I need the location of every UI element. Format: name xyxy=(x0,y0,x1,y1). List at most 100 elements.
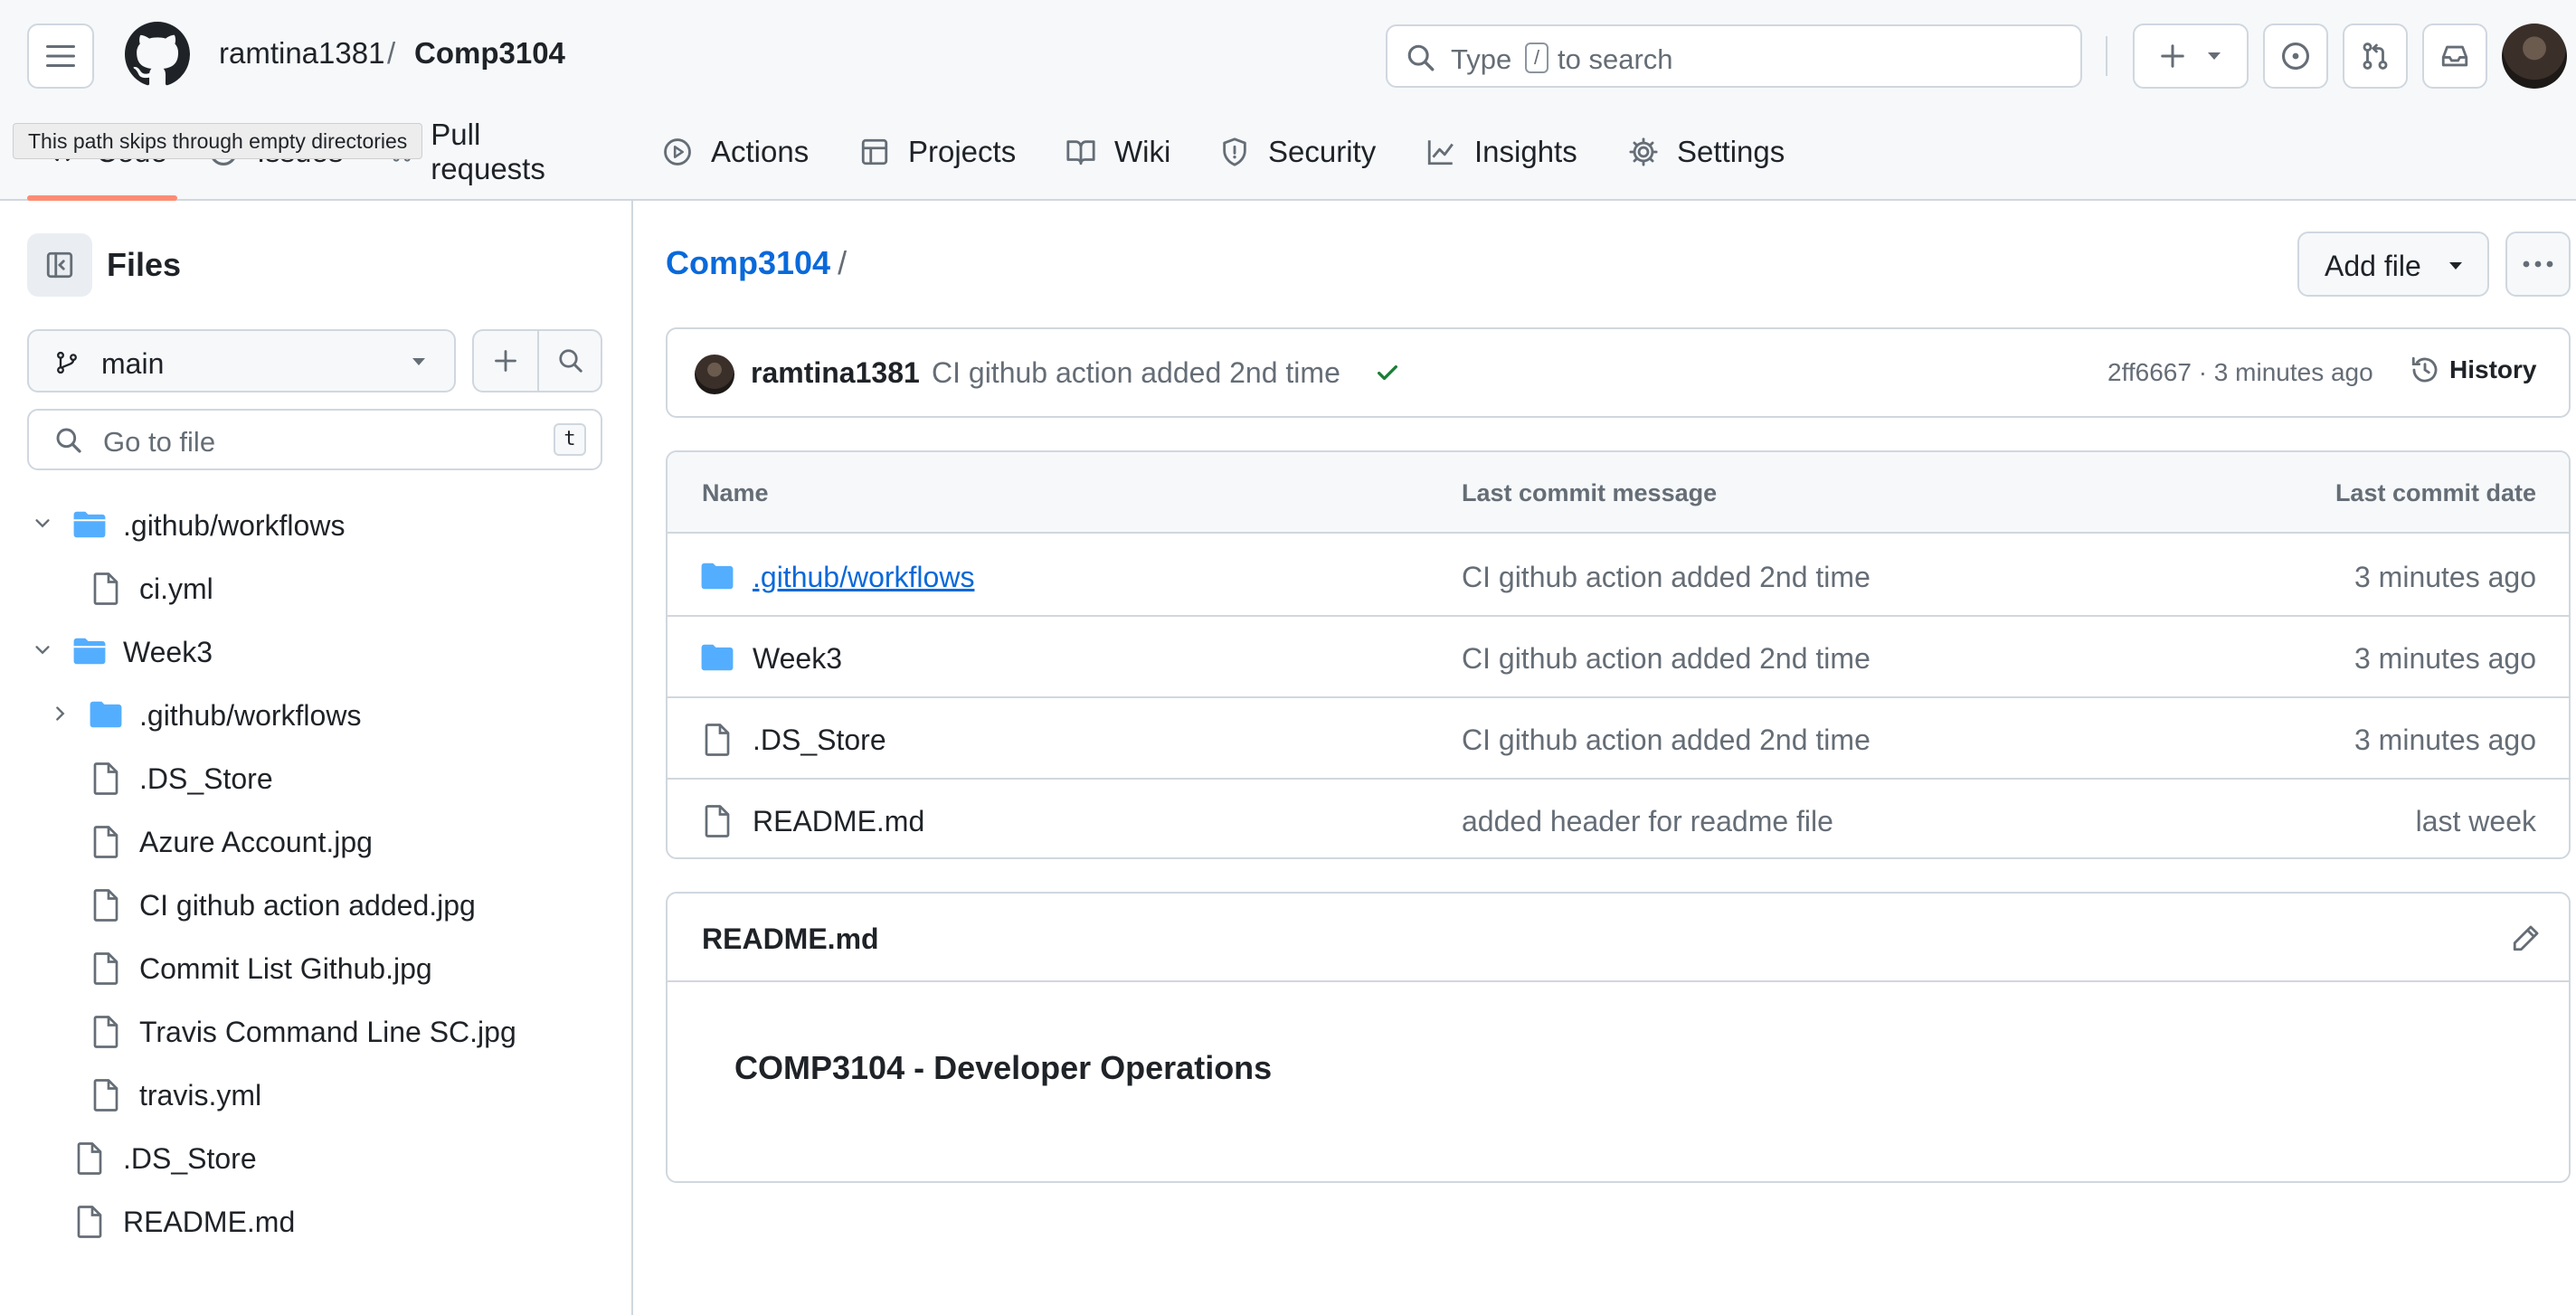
search-shortcut-key: / xyxy=(1525,43,1548,73)
tab-actions-label: Actions xyxy=(711,135,810,168)
commit-author[interactable]: ramtina1381 xyxy=(751,356,920,390)
tree-item-file[interactable]: .DS_Store xyxy=(0,1126,631,1189)
file-icon xyxy=(705,805,730,837)
table-row[interactable]: Week3 CI github action added 2nd time 3 … xyxy=(668,617,2569,698)
file-commit-date: 3 minutes ago xyxy=(2353,642,2536,675)
file-commit-message[interactable]: CI github action added 2nd time xyxy=(1462,724,1870,757)
tree-item-label: Travis Command Line SC.jpg xyxy=(139,1016,516,1048)
search-suffix-text: to search xyxy=(1558,43,1673,75)
inbox-icon xyxy=(2441,45,2468,67)
tree-item-label: travis.yml xyxy=(139,1079,262,1112)
search-input[interactable]: Type / to search xyxy=(1386,24,2082,88)
commit-author-avatar[interactable] xyxy=(695,355,734,394)
add-file-sidebar-button[interactable] xyxy=(474,331,537,391)
file-commit-date: 3 minutes ago xyxy=(2353,561,2536,593)
folder-open-icon xyxy=(73,638,106,665)
tree-item-folder[interactable]: .github/workflows xyxy=(0,683,631,746)
check-icon[interactable] xyxy=(1373,360,1402,385)
tree-item-file[interactable]: travis.yml xyxy=(0,1063,631,1126)
table-icon xyxy=(861,138,888,166)
tab-actions[interactable]: Actions xyxy=(662,125,809,179)
table-row[interactable]: .DS_Store CI github action added 2nd tim… xyxy=(668,698,2569,780)
tree-item-file[interactable]: Commit List Github.jpg xyxy=(0,936,631,999)
tree-item-label: CI github action added.jpg xyxy=(139,889,476,922)
breadcrumb: Comp3104/ xyxy=(666,244,847,282)
history-button[interactable]: History xyxy=(2410,355,2536,385)
inbox-button[interactable] xyxy=(2422,24,2487,89)
tab-insights[interactable]: Insights xyxy=(1425,125,1577,179)
pull-requests-button[interactable] xyxy=(2343,24,2408,89)
gear-icon xyxy=(1629,137,1658,166)
tree-item-label: Azure Account.jpg xyxy=(139,826,373,858)
tree-item-file[interactable]: CI github action added.jpg xyxy=(0,873,631,936)
git-branch-icon xyxy=(57,351,77,374)
table-row[interactable]: README.md added header for readme file l… xyxy=(668,780,2569,857)
column-header-name: Name xyxy=(702,479,769,506)
tree-item-file[interactable]: README.md xyxy=(0,1189,631,1253)
readme-heading: COMP3104 - Developer Operations xyxy=(734,1049,1273,1086)
collapse-sidebar-button[interactable] xyxy=(27,233,92,297)
tree-item-folder[interactable]: .github/workflows xyxy=(0,493,631,556)
tab-wiki-label: Wiki xyxy=(1114,135,1171,168)
tree-item-label: Week3 xyxy=(123,636,213,668)
chevron-right-icon xyxy=(56,706,65,721)
tab-projects[interactable]: Projects xyxy=(859,125,1016,179)
file-name-link[interactable]: .DS_Store xyxy=(753,724,886,757)
tree-item-label: ci.yml xyxy=(139,572,213,605)
tree-item-label: Commit List Github.jpg xyxy=(139,952,432,985)
readme-title[interactable]: README.md xyxy=(702,922,879,956)
tree-item-file[interactable]: ci.yml xyxy=(0,556,631,620)
history-icon xyxy=(2411,356,2438,383)
breadcrumb-root-link[interactable]: Comp3104 xyxy=(666,244,830,281)
tree-item-label: README.md xyxy=(123,1206,296,1238)
file-name-link[interactable]: .github/workflows xyxy=(753,561,974,594)
create-new-button[interactable] xyxy=(2133,24,2249,89)
github-logo-icon[interactable] xyxy=(125,22,190,87)
tree-item-file[interactable]: Azure Account.jpg xyxy=(0,809,631,873)
file-tree-sidebar: Files main Go to file t .github/workflow… xyxy=(0,201,633,1315)
pencil-icon[interactable] xyxy=(2511,922,2542,953)
file-commit-date: 3 minutes ago xyxy=(2353,724,2536,756)
caret-down-icon xyxy=(2208,52,2221,60)
branch-selector[interactable]: main xyxy=(27,329,456,393)
add-file-button[interactable]: Add file xyxy=(2297,232,2489,297)
user-avatar[interactable] xyxy=(2502,24,2567,89)
file-commit-message[interactable]: CI github action added 2nd time xyxy=(1462,561,1870,594)
commit-message[interactable]: CI github action added 2nd time xyxy=(932,356,1340,390)
tab-settings[interactable]: Settings xyxy=(1628,125,1785,179)
tab-settings-label: Settings xyxy=(1677,135,1785,168)
more-options-button[interactable] xyxy=(2505,232,2571,297)
tree-item-file[interactable]: Travis Command Line SC.jpg xyxy=(0,999,631,1063)
menu-button[interactable] xyxy=(27,24,94,89)
file-name-link[interactable]: README.md xyxy=(753,805,924,838)
file-commit-message[interactable]: CI github action added 2nd time xyxy=(1462,642,1870,676)
search-prefix-text: Type xyxy=(1451,43,1512,75)
sidebar-collapse-icon xyxy=(46,251,73,279)
issue-icon xyxy=(2281,42,2310,71)
chevron-down-icon xyxy=(35,519,50,528)
file-icon xyxy=(705,724,730,756)
file-table: Name Last commit message Last commit dat… xyxy=(666,450,2571,859)
repo-name-link[interactable]: Comp3104 xyxy=(414,36,565,71)
tab-security[interactable]: Security xyxy=(1219,125,1376,179)
add-file-label: Add file xyxy=(2325,250,2421,282)
caret-down-icon xyxy=(2449,262,2462,270)
folder-icon xyxy=(701,644,734,671)
tab-wiki[interactable]: Wiki xyxy=(1065,125,1170,179)
file-icon xyxy=(93,572,118,605)
issues-button[interactable] xyxy=(2263,24,2328,89)
tree-item-folder[interactable]: Week3 xyxy=(0,620,631,683)
folder-open-icon xyxy=(73,511,106,538)
file-commit-message[interactable]: added header for readme file xyxy=(1462,805,1833,838)
commit-hash-time[interactable]: 2ff6667 · 3 minutes ago xyxy=(2107,358,2373,387)
file-name-link[interactable]: Week3 xyxy=(753,642,842,676)
readme-header: README.md xyxy=(668,894,2569,982)
search-icon xyxy=(56,428,81,453)
repo-owner-link[interactable]: ramtina1381 xyxy=(219,36,384,71)
file-icon xyxy=(93,826,118,858)
search-files-button[interactable] xyxy=(539,331,602,391)
go-to-file-input[interactable]: Go to file t xyxy=(27,409,602,470)
column-header-date: Last commit date xyxy=(2334,479,2536,506)
table-row[interactable]: .github/workflows CI github action added… xyxy=(668,535,2569,617)
tree-item-file[interactable]: .DS_Store xyxy=(0,746,631,809)
